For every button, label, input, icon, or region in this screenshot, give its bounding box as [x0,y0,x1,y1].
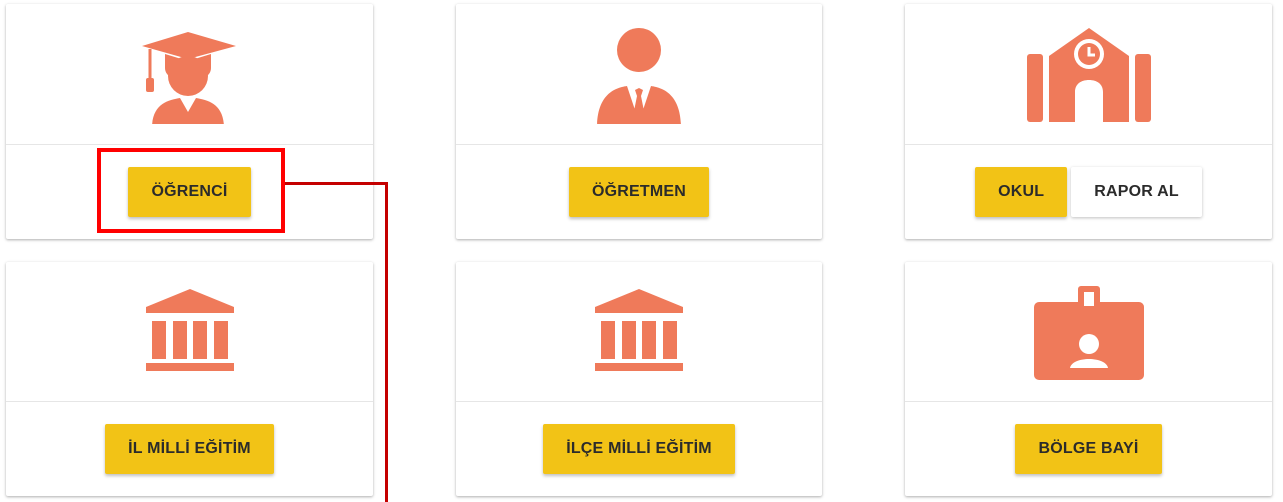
teacher-icon [589,24,689,124]
annotation-connector-line [385,182,388,502]
provincial-education-button[interactable]: İL MİLLİ EĞİTİM [105,424,274,474]
id-badge-icon [1033,284,1144,380]
card-regional-dealer: BÖLGE BAYİ [905,262,1272,496]
school-button[interactable]: OKUL [975,167,1068,217]
card-icon-area [6,4,373,145]
school-building-icon [1026,26,1151,122]
card-icon-area [6,262,373,402]
institution-building-icon [591,287,687,377]
card-icon-area [456,4,822,145]
card-district-education: İLÇE MİLLİ EĞİTİM [456,262,822,496]
district-education-button[interactable]: İLÇE MİLLİ EĞİTİM [543,424,735,474]
student-graduate-icon [140,24,240,124]
card-actions: BÖLGE BAYİ [905,402,1272,496]
card-teacher: ÖĞRETMEN [456,4,822,239]
card-school: OKUL RAPOR AL [905,4,1272,239]
card-provincial-education: İL MİLLİ EĞİTİM [6,262,373,496]
card-actions: İL MİLLİ EĞİTİM [6,402,373,496]
card-icon-area [905,262,1272,402]
card-actions: ÖĞRETMEN [456,145,822,239]
get-report-button[interactable]: RAPOR AL [1071,167,1202,217]
teacher-button[interactable]: ÖĞRETMEN [568,167,710,217]
regional-dealer-button[interactable]: BÖLGE BAYİ [1015,424,1162,474]
highlight-box [97,148,285,233]
annotation-connector-line [285,182,388,185]
institution-building-icon [142,287,238,377]
card-actions: İLÇE MİLLİ EĞİTİM [456,402,822,496]
card-icon-area [905,4,1272,145]
card-actions: OKUL RAPOR AL [905,145,1272,239]
role-selection-grid: ÖĞRENCİ ÖĞRETMEN OKUL RAPOR AL İL MİLLİ … [0,0,1283,502]
card-icon-area [456,262,822,402]
